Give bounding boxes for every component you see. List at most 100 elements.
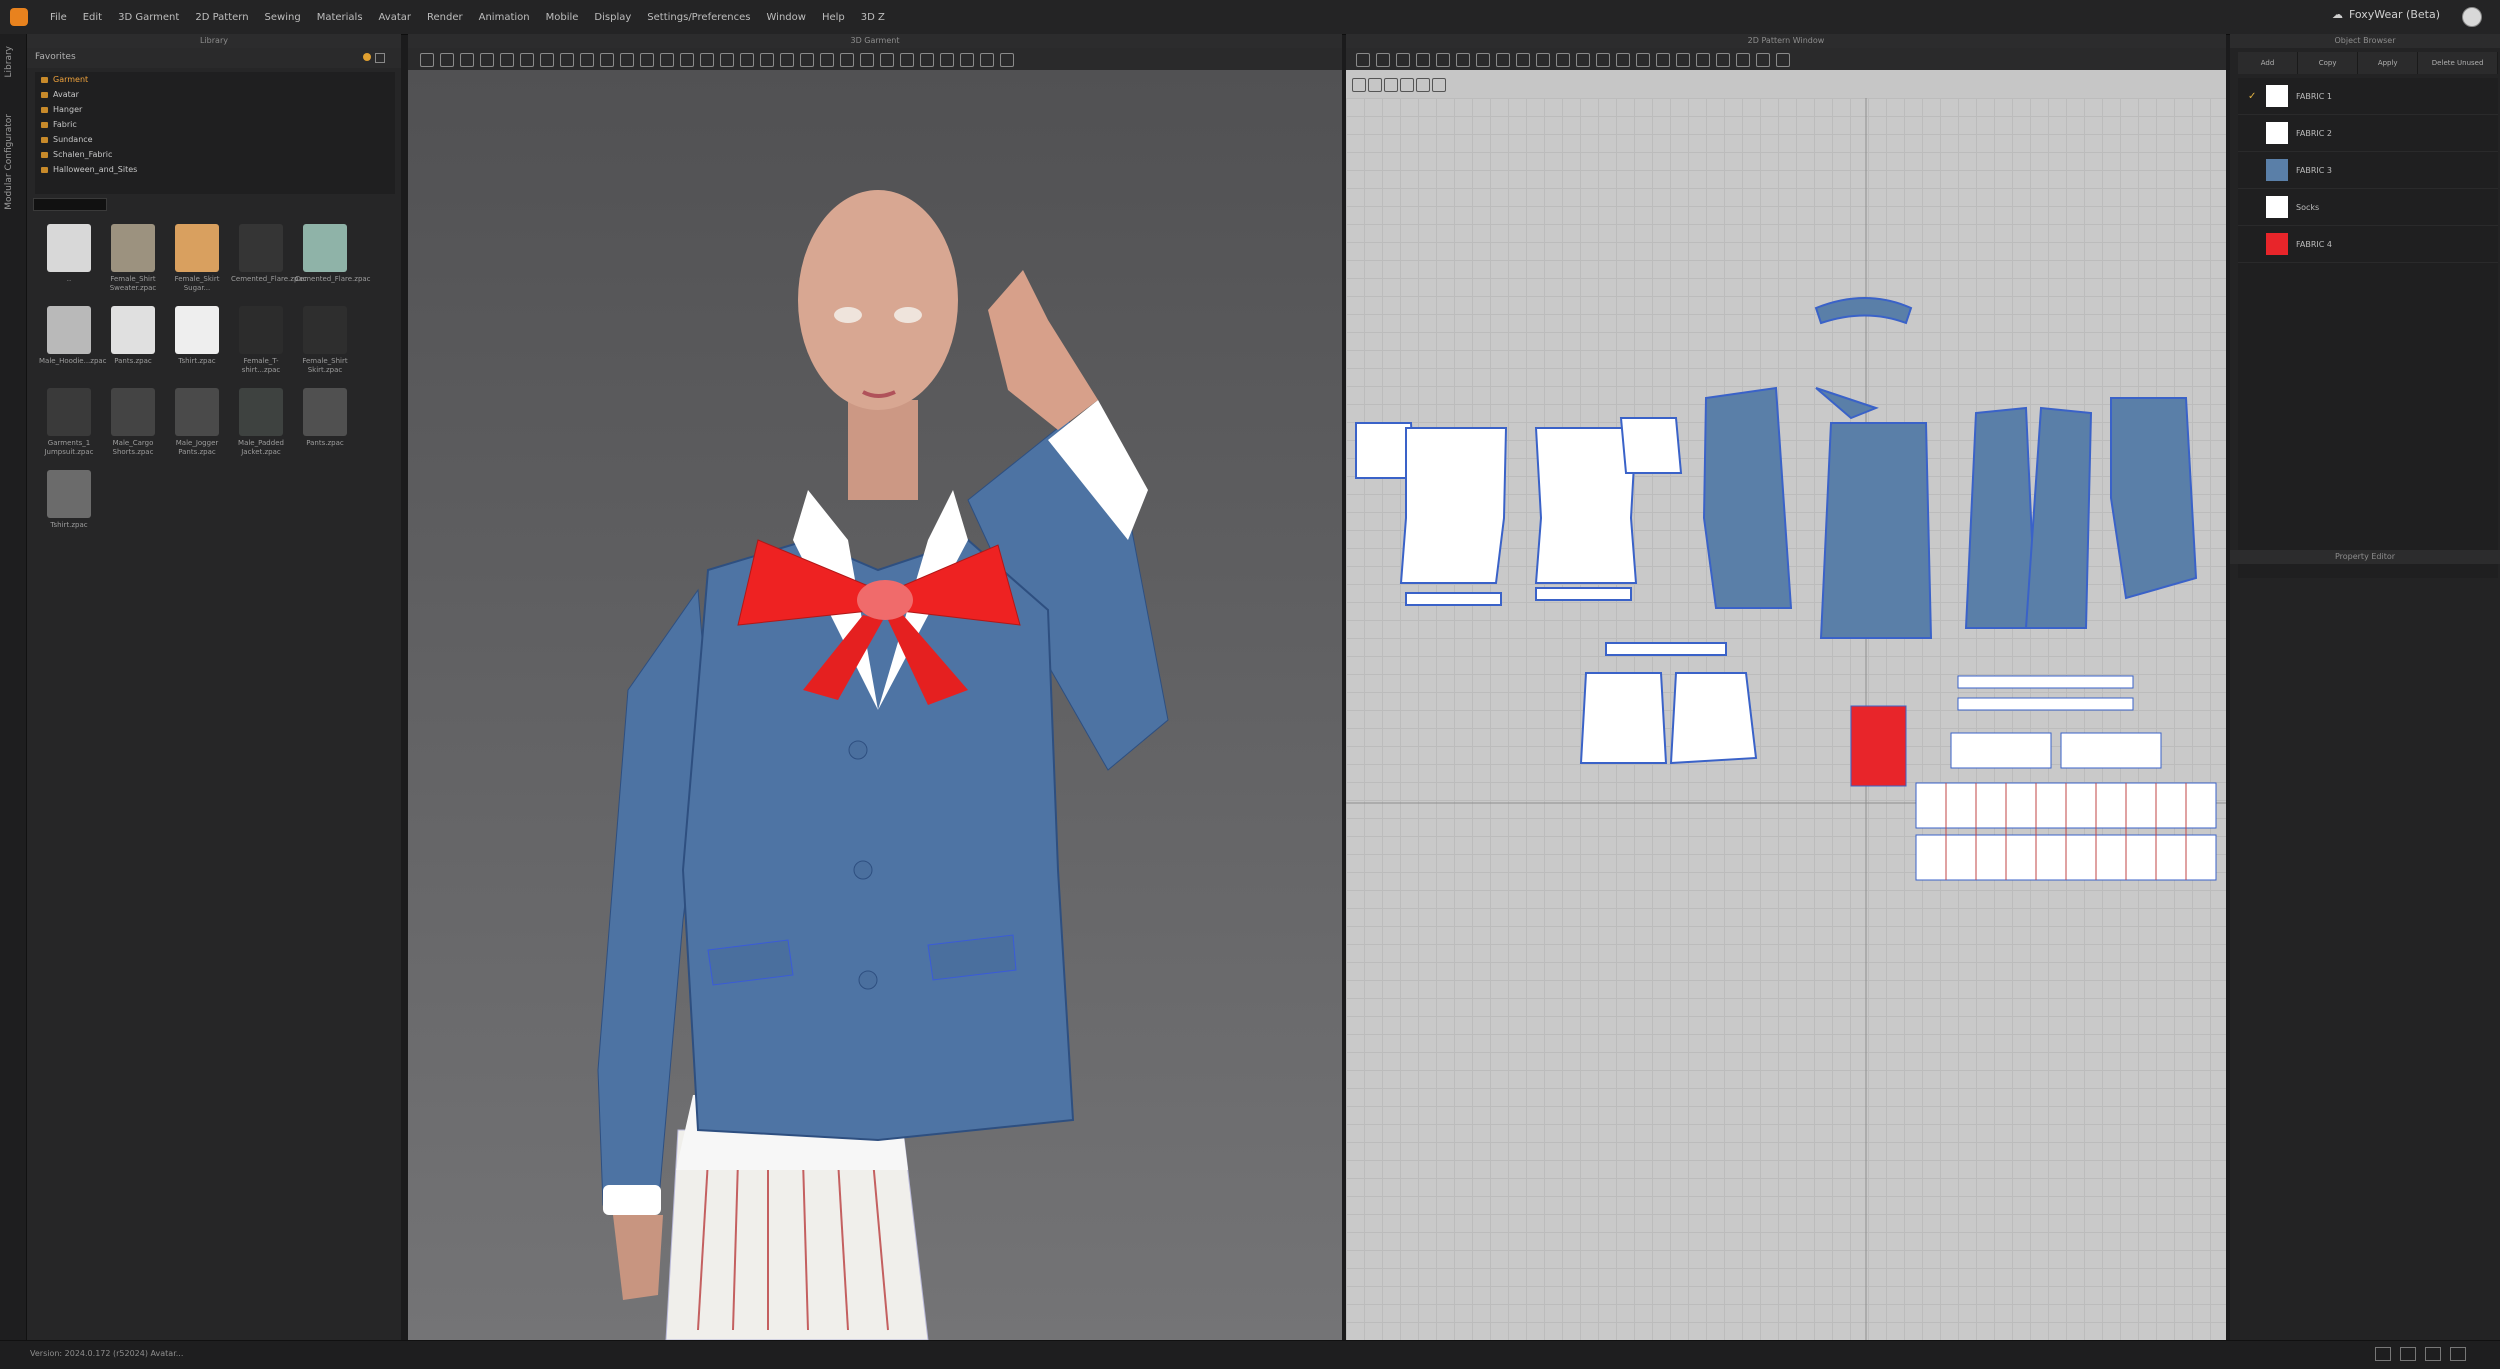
add-favorite-icon[interactable] bbox=[363, 53, 371, 61]
tool-icon[interactable] bbox=[1376, 53, 1390, 67]
tool-icon[interactable] bbox=[440, 53, 454, 67]
menu-item[interactable]: 2D Pattern bbox=[187, 12, 256, 23]
tool-icon[interactable] bbox=[1616, 53, 1630, 67]
tool-icon[interactable] bbox=[1368, 78, 1382, 92]
library-asset[interactable]: Male_Hoodie...zpac bbox=[39, 306, 107, 366]
fabric-item[interactable]: ✓ FABRIC 1 bbox=[2238, 78, 2498, 115]
tool-icon[interactable] bbox=[620, 53, 634, 67]
library-asset[interactable]: Female_T-shirt...zpac bbox=[231, 306, 291, 375]
object-copy-button[interactable]: Copy bbox=[2298, 52, 2359, 74]
tool-icon[interactable] bbox=[560, 53, 574, 67]
fabric-item[interactable]: FABRIC 3 bbox=[2238, 152, 2498, 189]
tool-icon[interactable] bbox=[900, 53, 914, 67]
tool-icon[interactable] bbox=[1432, 78, 1446, 92]
menu-item[interactable]: Materials bbox=[309, 12, 371, 23]
library-asset[interactable]: Cemented_Flare.zpac bbox=[231, 224, 307, 284]
settings-icon[interactable] bbox=[375, 53, 385, 63]
menu-item[interactable]: Settings/Preferences bbox=[639, 12, 758, 23]
tab-library[interactable]: Library bbox=[4, 46, 22, 77]
tool-icon[interactable] bbox=[680, 53, 694, 67]
tool-icon[interactable] bbox=[600, 53, 614, 67]
3d-viewport[interactable] bbox=[408, 70, 1342, 1340]
tool-icon[interactable] bbox=[780, 53, 794, 67]
tool-icon[interactable] bbox=[1416, 78, 1430, 92]
menu-item[interactable]: Edit bbox=[75, 12, 110, 23]
tool-icon[interactable] bbox=[1656, 53, 1670, 67]
tool-icon[interactable] bbox=[540, 53, 554, 67]
fabric-item[interactable]: FABRIC 4 bbox=[2238, 226, 2498, 263]
layout-icon[interactable] bbox=[2450, 1347, 2466, 1361]
menu-item[interactable]: Avatar bbox=[371, 12, 419, 23]
tool-icon[interactable] bbox=[1436, 53, 1450, 67]
library-asset[interactable]: Male_Padded Jacket.zpac bbox=[231, 388, 291, 457]
library-asset[interactable]: Female_Skirt Sugar... bbox=[167, 224, 227, 293]
tool-icon[interactable] bbox=[1384, 78, 1398, 92]
library-asset[interactable]: .. bbox=[39, 224, 99, 284]
tool-icon[interactable] bbox=[1716, 53, 1730, 67]
library-asset[interactable]: Female_Shirt Sweater.zpac bbox=[103, 224, 163, 293]
tool-icon[interactable] bbox=[1396, 53, 1410, 67]
tool-icon[interactable] bbox=[720, 53, 734, 67]
tool-icon[interactable] bbox=[960, 53, 974, 67]
app-logo-icon[interactable] bbox=[10, 8, 28, 26]
fabric-item[interactable]: FABRIC 2 bbox=[2238, 115, 2498, 152]
tool-icon[interactable] bbox=[940, 53, 954, 67]
tool-icon[interactable] bbox=[460, 53, 474, 67]
folder-item[interactable]: Schalen_Fabric bbox=[35, 147, 395, 162]
fabric-item[interactable]: Socks bbox=[2238, 189, 2498, 226]
tool-icon[interactable] bbox=[1676, 53, 1690, 67]
menu-item[interactable]: Render bbox=[419, 12, 471, 23]
tool-icon[interactable] bbox=[860, 53, 874, 67]
library-search-input[interactable] bbox=[33, 198, 107, 211]
tool-icon[interactable] bbox=[480, 53, 494, 67]
folder-item[interactable]: Garment bbox=[35, 72, 395, 87]
layout-icon[interactable] bbox=[2400, 1347, 2416, 1361]
tool-icon[interactable] bbox=[760, 53, 774, 67]
library-asset[interactable]: Pants.zpac bbox=[103, 306, 163, 366]
object-apply-button[interactable]: Apply bbox=[2358, 52, 2419, 74]
tool-icon[interactable] bbox=[1496, 53, 1510, 67]
tool-icon[interactable] bbox=[1756, 53, 1770, 67]
pattern-pieces[interactable] bbox=[1346, 98, 2226, 1340]
menu-item[interactable]: Window bbox=[759, 12, 814, 23]
layout-icon[interactable] bbox=[2425, 1347, 2441, 1361]
menu-item[interactable]: Animation bbox=[471, 12, 538, 23]
tool-icon[interactable] bbox=[1636, 53, 1650, 67]
tab-modular-configurator[interactable]: Modular Configurator bbox=[4, 114, 22, 210]
tool-icon[interactable] bbox=[580, 53, 594, 67]
tool-icon[interactable] bbox=[660, 53, 674, 67]
tool-icon[interactable] bbox=[1736, 53, 1750, 67]
object-delete-unused-button[interactable]: Delete Unused bbox=[2418, 52, 2498, 74]
tool-icon[interactable] bbox=[1536, 53, 1550, 67]
folder-item[interactable]: Fabric bbox=[35, 117, 395, 132]
library-asset[interactable]: Female_Shirt Skirt.zpac bbox=[295, 306, 355, 375]
folder-item[interactable]: Sundance bbox=[35, 132, 395, 147]
tool-icon[interactable] bbox=[1356, 53, 1370, 67]
menu-item[interactable]: Display bbox=[586, 12, 639, 23]
avatar[interactable] bbox=[2462, 7, 2482, 27]
menu-item[interactable]: Mobile bbox=[538, 12, 587, 23]
tool-icon[interactable] bbox=[1416, 53, 1430, 67]
3d-garment-window[interactable]: 3D Garment bbox=[408, 34, 1342, 1340]
library-asset[interactable]: Pants.zpac bbox=[295, 388, 355, 448]
user-account[interactable]: ☁ FoxyWear (Beta) bbox=[2332, 8, 2440, 21]
layout-icon[interactable] bbox=[2375, 1347, 2391, 1361]
tool-icon[interactable] bbox=[880, 53, 894, 67]
tool-icon[interactable] bbox=[840, 53, 854, 67]
2d-pattern-window[interactable]: 2D Pattern Window bbox=[1346, 34, 2226, 1340]
library-asset[interactable]: Cemented_Flare.zpac bbox=[295, 224, 371, 284]
tool-icon[interactable] bbox=[1576, 53, 1590, 67]
folder-item[interactable]: Halloween_and_Sites bbox=[35, 162, 395, 177]
tool-icon[interactable] bbox=[1000, 53, 1014, 67]
tool-icon[interactable] bbox=[700, 53, 714, 67]
library-asset[interactable]: Male_Cargo Shorts.zpac bbox=[103, 388, 163, 457]
library-asset[interactable]: Male_Jogger Pants.zpac bbox=[167, 388, 227, 457]
tool-icon[interactable] bbox=[520, 53, 534, 67]
tool-icon[interactable] bbox=[1776, 53, 1790, 67]
library-asset[interactable]: Garments_1 Jumpsuit.zpac bbox=[39, 388, 99, 457]
object-add-button[interactable]: Add bbox=[2238, 52, 2299, 74]
tool-icon[interactable] bbox=[820, 53, 834, 67]
tool-icon[interactable] bbox=[1696, 53, 1710, 67]
menu-item[interactable]: 3D Garment bbox=[110, 12, 187, 23]
tool-icon[interactable] bbox=[420, 53, 434, 67]
